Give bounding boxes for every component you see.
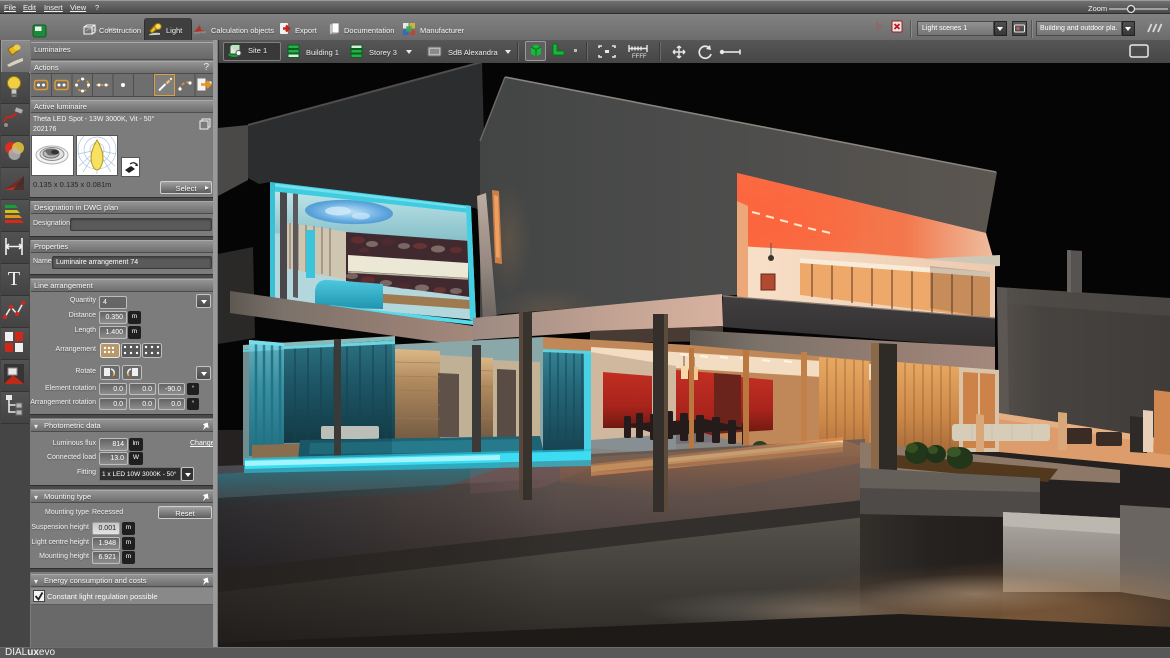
- svg-text:T: T: [8, 268, 20, 290]
- svg-text:FFFF: FFFF: [632, 54, 647, 60]
